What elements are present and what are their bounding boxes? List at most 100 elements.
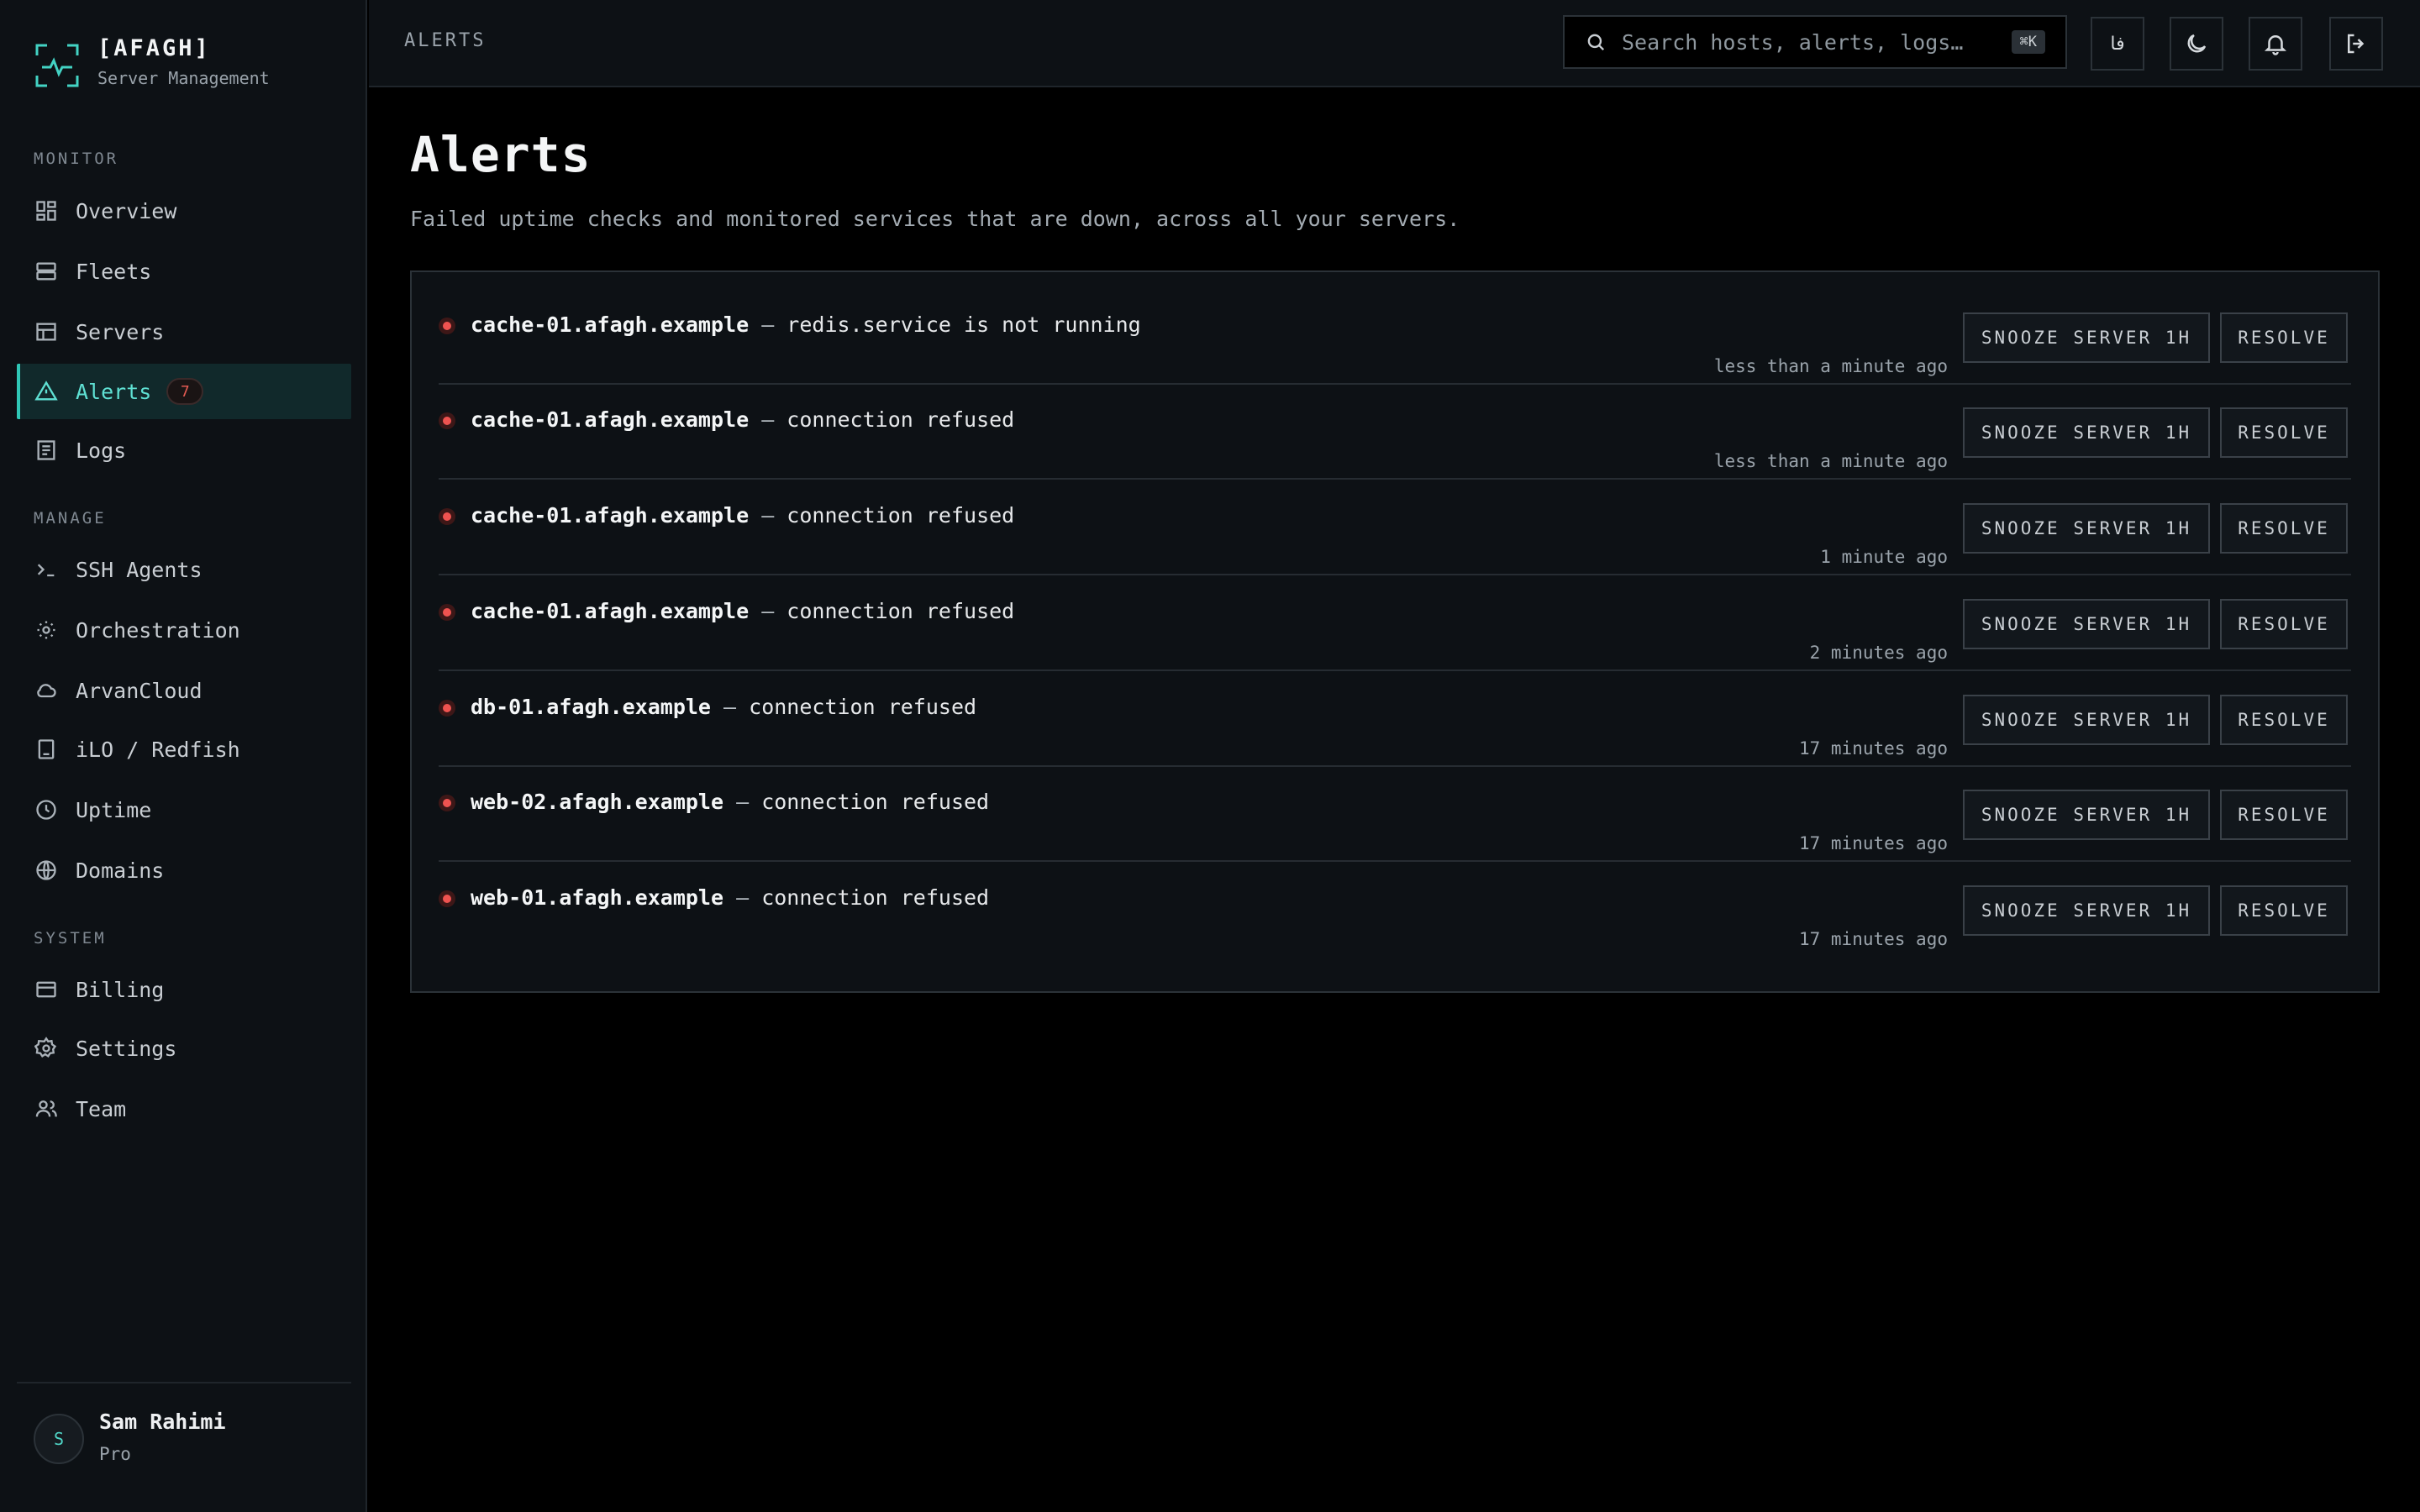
alert-separator: — — [749, 599, 787, 623]
section-label-manage: MANAGE — [34, 509, 107, 528]
terminal-icon — [34, 557, 59, 582]
alert-text: connection refused — [786, 599, 1015, 623]
bell-icon — [2264, 35, 2287, 55]
alert-message: cache-01.afagh.example — connection refu… — [471, 407, 1014, 432]
alert-status-dot — [439, 508, 455, 525]
language-label: فا — [2110, 33, 2125, 55]
sidebar-item-label: Overview — [76, 198, 177, 223]
warning-triangle-icon — [34, 379, 59, 404]
credit-card-icon — [34, 977, 59, 1002]
section-label-system: SYSTEM — [34, 929, 107, 948]
snooze-server-button[interactable]: SNOOZE SERVER 1H — [1963, 312, 2210, 363]
sidebar-item-label: Orchestration — [76, 617, 240, 643]
server-stack-icon — [34, 259, 59, 284]
sidebar-item-ssh-agents[interactable]: SSH Agents — [17, 542, 351, 597]
snooze-server-button[interactable]: SNOOZE SERVER 1H — [1963, 407, 2210, 458]
alert-row: web-02.afagh.example — connection refuse… — [439, 768, 2351, 862]
table-icon — [34, 319, 59, 344]
snooze-server-button[interactable]: SNOOZE SERVER 1H — [1963, 695, 2210, 745]
sidebar-divider — [17, 1382, 351, 1383]
alert-text: connection refused — [786, 503, 1015, 528]
sidebar-item-ilo-redfish[interactable]: iLO / Redfish — [17, 722, 351, 777]
resolve-button[interactable]: RESOLVE — [2220, 790, 2348, 840]
resolve-button[interactable]: RESOLVE — [2220, 599, 2348, 649]
user-profile[interactable]: S Sam Rahimi Pro — [34, 1407, 226, 1471]
alert-time: 17 minutes ago — [1798, 833, 1948, 853]
alerts-count-badge: 7 — [166, 378, 204, 405]
alert-status-dot — [439, 700, 455, 717]
sidebar-item-settings[interactable]: Settings — [17, 1021, 351, 1076]
sidebar-item-label: Domains — [76, 858, 165, 883]
alert-host: web-02.afagh.example — [471, 790, 724, 814]
sidebar-item-logs[interactable]: Logs — [17, 423, 351, 478]
snooze-server-button[interactable]: SNOOZE SERVER 1H — [1963, 885, 2210, 936]
search-shortcut: ⌘K — [2011, 30, 2045, 54]
snooze-server-button[interactable]: SNOOZE SERVER 1H — [1963, 503, 2210, 554]
sidebar-item-orchestration[interactable]: Orchestration — [17, 602, 351, 658]
alert-separator: — — [749, 312, 787, 337]
sidebar-item-team[interactable]: Team — [17, 1081, 351, 1137]
alert-host: cache-01.afagh.example — [471, 599, 750, 623]
clock-icon — [34, 797, 59, 822]
sidebar-item-label: ArvanCloud — [76, 678, 203, 703]
user-plan: Pro — [99, 1444, 131, 1464]
sidebar-item-fleets[interactable]: Fleets — [17, 244, 351, 299]
search-box[interactable]: ⌘K — [1563, 15, 2067, 69]
notifications-button[interactable] — [2249, 17, 2302, 71]
brand[interactable]: [AFAGH] Server Management — [34, 34, 270, 101]
document-icon — [34, 438, 59, 463]
alert-message: cache-01.afagh.example — connection refu… — [471, 599, 1014, 623]
brand-subtitle: Server Management — [97, 68, 270, 88]
sidebar-item-overview[interactable]: Overview — [17, 183, 351, 239]
alert-time: 17 minutes ago — [1798, 929, 1948, 949]
sidebar-item-label: iLO / Redfish — [76, 737, 240, 762]
logout-button[interactable] — [2329, 17, 2383, 71]
sidebar-item-uptime[interactable]: Uptime — [17, 782, 351, 837]
alert-host: web-01.afagh.example — [471, 885, 724, 910]
logout-icon — [2348, 34, 2365, 54]
moon-icon — [2187, 34, 2207, 53]
sidebar-item-arvancloud[interactable]: ArvanCloud — [17, 663, 351, 718]
breadcrumb: ALERTS — [404, 30, 487, 51]
sidebar-item-domains[interactable]: Domains — [17, 843, 351, 898]
alert-time: 2 minutes ago — [1809, 643, 1948, 663]
alert-host: cache-01.afagh.example — [471, 407, 750, 432]
alert-status-dot — [439, 890, 455, 907]
cloud-icon — [34, 678, 59, 703]
resolve-button[interactable]: RESOLVE — [2220, 407, 2348, 458]
resolve-button[interactable]: RESOLVE — [2220, 312, 2348, 363]
alert-text: connection refused — [761, 885, 990, 910]
alert-message: cache-01.afagh.example — redis.service i… — [471, 312, 1141, 337]
theme-toggle-button[interactable] — [2170, 17, 2223, 71]
alert-separator: — — [723, 885, 762, 910]
resolve-button[interactable]: RESOLVE — [2220, 695, 2348, 745]
sidebar-item-alerts[interactable]: Alerts 7 — [17, 364, 351, 419]
alert-status-dot — [439, 604, 455, 621]
sidebar-item-label: SSH Agents — [76, 557, 203, 582]
sidebar-item-billing[interactable]: Billing — [17, 962, 351, 1017]
resolve-button[interactable]: RESOLVE — [2220, 503, 2348, 554]
sidebar: [AFAGH] Server Management MONITOR Overvi… — [0, 0, 367, 1512]
tablet-icon — [34, 737, 59, 762]
alert-time: 1 minute ago — [1820, 547, 1948, 567]
alert-separator: — — [749, 407, 787, 432]
alert-time: 17 minutes ago — [1798, 738, 1948, 759]
sidebar-item-label: Team — [76, 1096, 127, 1121]
page-description: Failed uptime checks and monitored servi… — [410, 207, 1460, 231]
alert-text: redis.service is not running — [786, 312, 1141, 337]
alert-row: db-01.afagh.example — connection refused… — [439, 673, 2351, 767]
search-icon — [1587, 34, 1605, 51]
sidebar-item-label: Alerts — [76, 379, 152, 404]
search-input[interactable] — [1622, 29, 2012, 55]
resolve-button[interactable]: RESOLVE — [2220, 885, 2348, 936]
topbar: ALERTS ⌘K فا — [369, 0, 2420, 87]
language-toggle-button[interactable]: فا — [2091, 17, 2144, 71]
sidebar-item-servers[interactable]: Servers — [17, 304, 351, 360]
snooze-server-button[interactable]: SNOOZE SERVER 1H — [1963, 790, 2210, 840]
alert-host: db-01.afagh.example — [471, 695, 711, 719]
alert-text: connection refused — [749, 695, 977, 719]
alert-separator: — — [710, 695, 750, 719]
snooze-server-button[interactable]: SNOOZE SERVER 1H — [1963, 599, 2210, 649]
alert-status-dot — [439, 795, 455, 811]
sidebar-item-label: Settings — [76, 1036, 177, 1061]
